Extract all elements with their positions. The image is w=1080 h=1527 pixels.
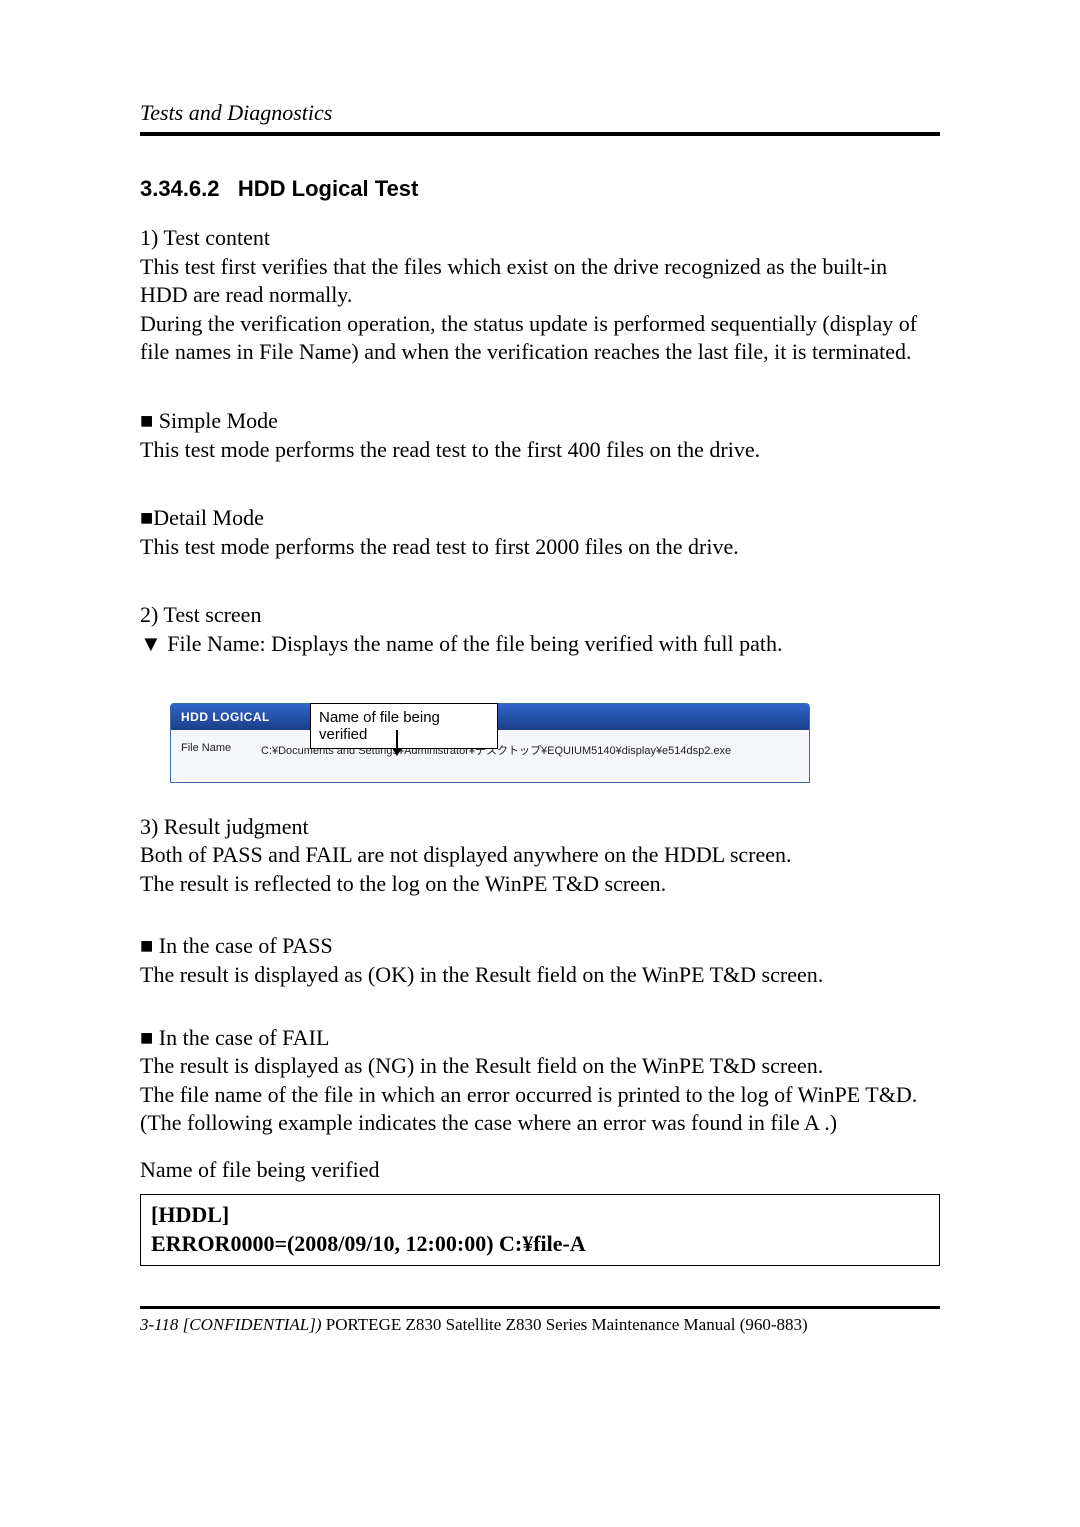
- para-fail-desc-3: (The following example indicates the cas…: [140, 1109, 940, 1138]
- para-result-heading: 3) Result judgment: [140, 813, 940, 842]
- para-fail-desc-2: The file name of the file in which an er…: [140, 1081, 940, 1110]
- para-test-content-heading: 1) Test content: [140, 224, 940, 253]
- para-test-content-1: This test first verifies that the files …: [140, 253, 940, 310]
- header-rule: [140, 132, 940, 136]
- footer-manual-title: PORTEGE Z830 Satellite Z830 Series Maint…: [326, 1315, 808, 1334]
- error-log-line-2: ERROR0000=(2008/09/10, 12:00:00) C:¥file…: [151, 1230, 929, 1259]
- section-number: 3.34.6.2: [140, 176, 220, 201]
- section-title-text: HDD Logical Test: [238, 176, 419, 201]
- error-log-line-1: [HDDL]: [151, 1201, 929, 1230]
- para-pass-heading: ■ In the case of PASS: [140, 932, 940, 961]
- page: Tests and Diagnostics 3.34.6.2 HDD Logic…: [0, 0, 1080, 1405]
- para-result-1: Both of PASS and FAIL are not displayed …: [140, 841, 940, 870]
- test-screen-figure: Name of file being verified HDD LOGICAL …: [170, 703, 810, 783]
- para-detail-mode-desc: This test mode performs the read test to…: [140, 533, 940, 562]
- para-simple-mode-desc: This test mode performs the read test to…: [140, 436, 940, 465]
- footer-page-id: 3-118 [CONFIDENTIAL]): [140, 1315, 326, 1334]
- error-log-box: [HDDL] ERROR0000=(2008/09/10, 12:00:00) …: [140, 1194, 940, 1265]
- para-detail-mode-heading: ■Detail Mode: [140, 504, 940, 533]
- down-arrow-icon: [396, 730, 398, 750]
- page-footer: 3-118 [CONFIDENTIAL]) PORTEGE Z830 Satel…: [140, 1315, 940, 1335]
- para-test-screen-desc: ▼ File Name: Displays the name of the fi…: [140, 630, 940, 659]
- file-name-label: File Name: [181, 742, 261, 754]
- footer-rule: [140, 1306, 940, 1309]
- para-fail-heading: ■ In the case of FAIL: [140, 1024, 940, 1053]
- para-simple-mode-heading: ■ Simple Mode: [140, 407, 940, 436]
- para-test-screen-heading: 2) Test screen: [140, 601, 940, 630]
- para-result-2: The result is reflected to the log on th…: [140, 870, 940, 899]
- section-heading: 3.34.6.2 HDD Logical Test: [140, 176, 940, 202]
- para-pass-desc: The result is displayed as (OK) in the R…: [140, 961, 940, 990]
- callout-label: Name of file being verified: [310, 703, 498, 749]
- para-test-content-2: During the verification operation, the s…: [140, 310, 940, 367]
- para-fail-desc-1: The result is displayed as (NG) in the R…: [140, 1052, 940, 1081]
- running-head: Tests and Diagnostics: [140, 100, 940, 126]
- para-name-of-file: Name of file being verified: [140, 1156, 940, 1185]
